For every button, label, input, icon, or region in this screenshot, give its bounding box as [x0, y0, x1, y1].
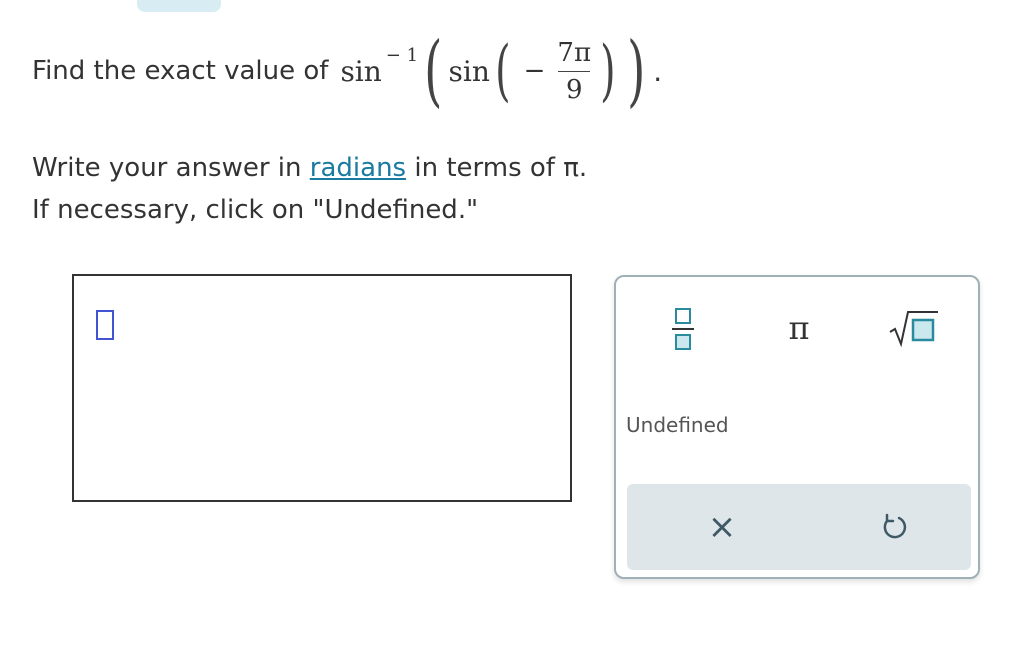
fraction: 7π 9	[557, 37, 591, 106]
input-cursor-box	[96, 310, 114, 340]
problem-prefix: Find the exact value of	[32, 56, 329, 86]
top-tab[interactable]	[137, 0, 221, 12]
fraction-icon-top	[675, 308, 691, 324]
period: .	[653, 54, 663, 88]
fraction-numerator: 7π	[557, 37, 592, 68]
fraction-icon-bottom	[675, 334, 691, 350]
fraction-icon-bar	[672, 328, 694, 330]
undefined-button[interactable]: Undefined	[626, 409, 736, 441]
inverse-exponent: − 1	[385, 44, 419, 66]
keypad-action-bar: ×	[627, 484, 971, 570]
fraction-button[interactable]	[660, 299, 706, 359]
problem-statement: Find the exact value of sin − 1 ( sin ( …	[32, 16, 752, 126]
sqrt-icon	[889, 311, 938, 348]
radians-link[interactable]: radians	[310, 153, 406, 183]
instruction-line-1: Write your answer in radians in terms of…	[32, 147, 587, 189]
undo-button[interactable]	[869, 502, 919, 552]
instruction-prefix: Write your answer in	[32, 153, 302, 183]
instruction-line-2: If necessary, click on "Undefined."	[32, 195, 479, 225]
outer-right-paren: )	[626, 26, 646, 116]
instruction-suffix: in terms of π.	[414, 153, 588, 183]
fraction-denominator: 9	[565, 74, 583, 105]
instructions: Write your answer in radians in terms of…	[32, 147, 587, 231]
inner-sin: sin	[448, 54, 490, 88]
outer-left-paren: (	[424, 26, 443, 116]
inner-left-paren: (	[495, 32, 511, 109]
sqrt-button[interactable]	[884, 303, 944, 353]
undo-icon	[883, 513, 907, 539]
answer-input[interactable]	[72, 274, 572, 502]
outer-sin: sin	[340, 54, 382, 88]
pi-button[interactable]: π	[776, 305, 822, 351]
minus-sign: −	[523, 56, 546, 86]
clear-button[interactable]: ×	[697, 502, 747, 552]
fraction-bar	[558, 70, 591, 72]
math-keypad: π Undefined ×	[614, 275, 980, 579]
inner-right-paren: )	[600, 32, 616, 109]
